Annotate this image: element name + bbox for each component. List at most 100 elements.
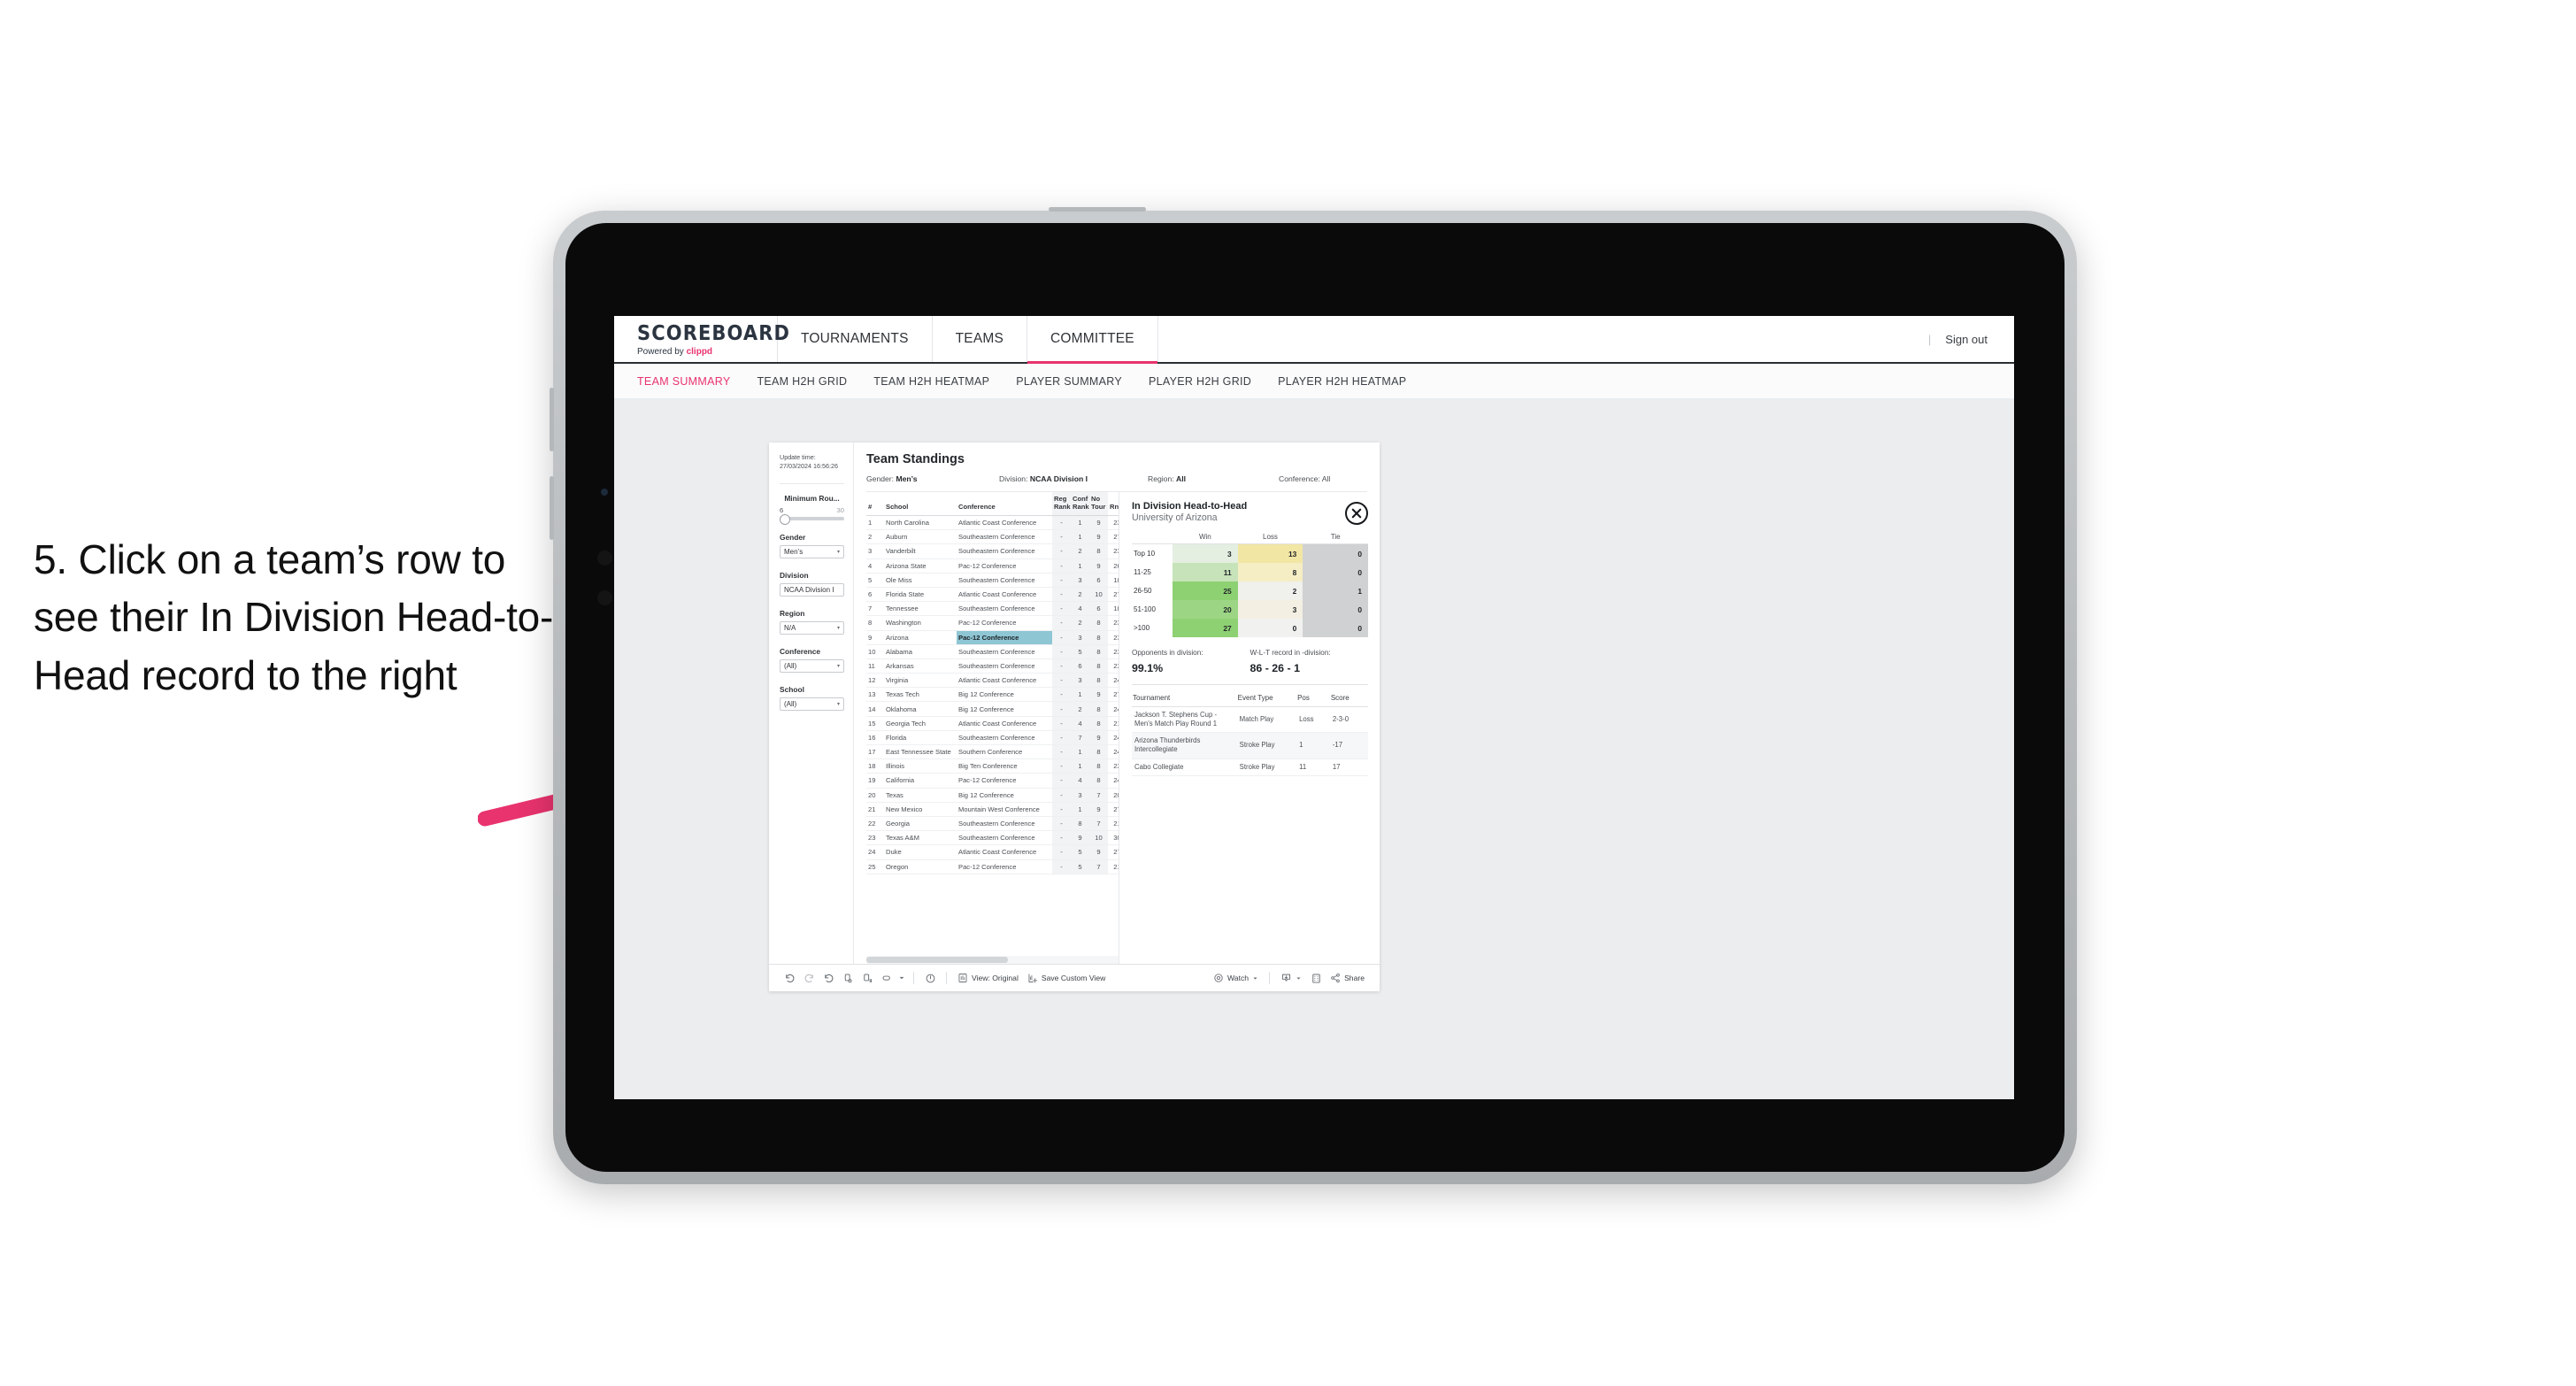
tournaments-header-row: Tournament Event Type Pos Score bbox=[1132, 693, 1368, 707]
pause-icon[interactable] bbox=[857, 968, 877, 988]
col-tournament[interactable]: Tournament bbox=[1132, 693, 1237, 707]
table-row[interactable]: 17 East Tennessee State Southern Conferenc… bbox=[866, 744, 1119, 760]
slider-handle[interactable] bbox=[780, 513, 790, 525]
tab-team-h2h-grid[interactable]: TEAM H2H GRID bbox=[757, 375, 847, 388]
standings-scroll-area[interactable]: # School Conference Reg Rank Conf Rank No T… bbox=[866, 492, 1119, 954]
tournament-row[interactable]: Arizona Thunderbirds Intercollegiate Stro… bbox=[1132, 732, 1368, 759]
table-row[interactable]: 22GeorgiaSoutheastern Conference-87211 bbox=[866, 816, 1119, 832]
highlight-icon[interactable] bbox=[877, 968, 896, 988]
table-row[interactable]: 25OregonPac-12 Conference-57210 bbox=[866, 859, 1119, 874]
share-button[interactable]: Share bbox=[1326, 973, 1369, 983]
nav-item-tournaments[interactable]: TOURNAMENTS bbox=[778, 316, 933, 362]
col-score[interactable]: Score bbox=[1329, 693, 1368, 707]
chevron-down-icon[interactable] bbox=[896, 968, 907, 988]
cell-school: Washington bbox=[884, 615, 957, 631]
cell-school: Tennessee bbox=[884, 601, 957, 617]
h2h-row: 11-25 11 8 0 bbox=[1132, 563, 1368, 581]
nav-item-teams[interactable]: TEAMS bbox=[933, 316, 1028, 362]
tab-team-h2h-heatmap[interactable]: TEAM H2H HEATMAP bbox=[873, 375, 989, 388]
col-rnds[interactable]: Rnds bbox=[1108, 492, 1119, 516]
table-row[interactable]: 1 North Carolina Atlantic Coast Conference… bbox=[866, 515, 1119, 531]
filter-region: Region N/A ▾ bbox=[780, 609, 844, 635]
table-row[interactable]: 20TexasBig 12 Conference-37200 bbox=[866, 788, 1119, 803]
conference-select[interactable]: (All) ▾ bbox=[780, 658, 844, 673]
table-row[interactable]: 13Texas TechBig 12 Conference-19272 bbox=[866, 687, 1119, 703]
col-rank[interactable]: # bbox=[866, 492, 884, 516]
alert-icon[interactable] bbox=[920, 968, 940, 988]
cell-conference: Pac-12 Conference bbox=[957, 773, 1052, 789]
close-icon[interactable] bbox=[1345, 502, 1368, 525]
refresh-icon[interactable] bbox=[838, 968, 857, 988]
download-button[interactable] bbox=[1276, 973, 1306, 984]
logo-wordmark: SCOREBOARD bbox=[637, 320, 791, 344]
redo-icon[interactable] bbox=[799, 968, 819, 988]
cell-no-tour: 7 bbox=[1089, 859, 1108, 874]
nav-divider: | bbox=[1927, 332, 1932, 346]
col-reg-rank[interactable]: Reg Rank bbox=[1052, 492, 1071, 516]
table-row[interactable]: 11ArkansasSoutheastern Conference-68232 bbox=[866, 658, 1119, 674]
horizontal-scrollbar[interactable] bbox=[866, 956, 1119, 964]
table-row[interactable]: 2AuburnSoutheastern Conference-19276 bbox=[866, 529, 1119, 545]
kpi-opponents-in-division: Opponents in division: 99.1% bbox=[1132, 649, 1250, 674]
table-row[interactable]: 19CaliforniaPac-12 Conference-48242 bbox=[866, 773, 1119, 789]
table-row[interactable]: 7TennesseeSoutheastern Conference-46182 bbox=[866, 601, 1119, 617]
col-event-type[interactable]: Event Type bbox=[1236, 693, 1297, 707]
col-conference[interactable]: Conference bbox=[957, 492, 1052, 516]
sensor-dot-1 bbox=[597, 551, 612, 566]
cell-conf-rank: 3 bbox=[1071, 630, 1089, 645]
col-conf-rank[interactable]: Conf Rank bbox=[1071, 492, 1089, 516]
filters-divider bbox=[780, 482, 844, 484]
table-row[interactable]: 3VanderbiltSoutheastern Conference-28235 bbox=[866, 543, 1119, 559]
page-title: Team Standings bbox=[866, 452, 965, 466]
table-row[interactable]: 15 Georgia Tech Atlantic Coast Conference -… bbox=[866, 716, 1119, 731]
kpi-value: 86 - 26 - 1 bbox=[1250, 662, 1300, 674]
table-row[interactable]: 21 New Mexico Mountain West Conference -1 9 2… bbox=[866, 802, 1119, 817]
school-select[interactable]: (All) ▾ bbox=[780, 697, 844, 711]
table-body: 1 North Carolina Atlantic Coast Conference… bbox=[866, 515, 1119, 874]
nav-item-committee[interactable]: COMMITTEE bbox=[1027, 316, 1158, 364]
gender-select[interactable]: Men’s ▾ bbox=[780, 544, 844, 558]
table-row[interactable]: 9ArizonaPac-12 Conference-38232 bbox=[866, 630, 1119, 645]
cell-rnds: 24 bbox=[1108, 730, 1119, 746]
tournament-row[interactable]: Jackson T. Stephens Cup - Men’s Match Pl… bbox=[1132, 706, 1368, 734]
cell-school: North Carolina bbox=[884, 515, 957, 531]
watch-button[interactable]: Watch bbox=[1209, 973, 1263, 983]
revert-icon[interactable] bbox=[819, 968, 838, 988]
app-logo[interactable]: SCOREBOARD Powered by clippd bbox=[614, 316, 791, 362]
tab-player-h2h-grid[interactable]: PLAYER H2H GRID bbox=[1149, 375, 1251, 388]
fullscreen-icon[interactable] bbox=[1306, 968, 1326, 988]
table-row[interactable]: 16FloridaSoutheastern Conference-79244 bbox=[866, 730, 1119, 746]
table-row[interactable]: 18IllinoisBig Ten Conference-18233 bbox=[866, 758, 1119, 774]
table-row[interactable]: 5Ole MissSoutheastern Conference-36181 bbox=[866, 573, 1119, 588]
col-no-tour[interactable]: No Tour bbox=[1089, 492, 1108, 516]
view-original-button[interactable]: View: Original bbox=[953, 973, 1023, 983]
table-row[interactable]: 4Arizona StatePac-12 Conference-19261 bbox=[866, 558, 1119, 574]
cell-rank: 19 bbox=[866, 773, 884, 789]
tab-player-summary[interactable]: PLAYER SUMMARY bbox=[1016, 375, 1122, 388]
table-row[interactable]: 8WashingtonPac-12 Conference-28231 bbox=[866, 615, 1119, 631]
save-custom-view-button[interactable]: Save Custom View bbox=[1023, 973, 1110, 983]
cell-no-tour: 8 bbox=[1089, 744, 1108, 760]
division-select[interactable]: NCAA Division I bbox=[780, 582, 844, 597]
undo-icon[interactable] bbox=[780, 968, 799, 988]
col-school[interactable]: School bbox=[884, 492, 957, 516]
table-row[interactable]: 23Texas A&MSoutheastern Conference-91030… bbox=[866, 830, 1119, 846]
cell-rank: 7 bbox=[866, 601, 884, 617]
cell-school: Oklahoma bbox=[884, 701, 957, 717]
minimum-rounds-slider[interactable] bbox=[780, 513, 844, 525]
region-select[interactable]: N/A ▾ bbox=[780, 620, 844, 635]
table-row[interactable]: 12VirginiaAtlantic Coast Conference-3824… bbox=[866, 673, 1119, 689]
table-row[interactable]: 6 Florida State Atlantic Coast Conference -… bbox=[866, 587, 1119, 603]
kpi-value: 99.1% bbox=[1132, 662, 1164, 674]
tab-player-h2h-heatmap[interactable]: PLAYER H2H HEATMAP bbox=[1278, 375, 1406, 388]
tournament-row[interactable]: Cabo Collegiate Stroke Play 11 17 bbox=[1132, 758, 1368, 776]
table-row[interactable]: 24DukeAtlantic Coast Conference-59271 bbox=[866, 844, 1119, 860]
tab-team-summary[interactable]: TEAM SUMMARY bbox=[637, 375, 730, 388]
table-row[interactable]: 10AlabamaSoutheastern Conference-58233 bbox=[866, 644, 1119, 659]
top-nav-right: | Sign out bbox=[1928, 333, 2014, 346]
sign-out-link[interactable]: Sign out bbox=[1945, 333, 1988, 346]
h2h-matrix-table: Win Loss Tie Top 10 3 13 0 11-25 11 8 0 26-50 25 2… bbox=[1132, 532, 1368, 637]
scrollbar-thumb[interactable] bbox=[866, 957, 1008, 963]
table-row[interactable]: 14OklahomaBig 12 Conference-28242 bbox=[866, 701, 1119, 717]
col-pos[interactable]: Pos bbox=[1296, 693, 1330, 707]
